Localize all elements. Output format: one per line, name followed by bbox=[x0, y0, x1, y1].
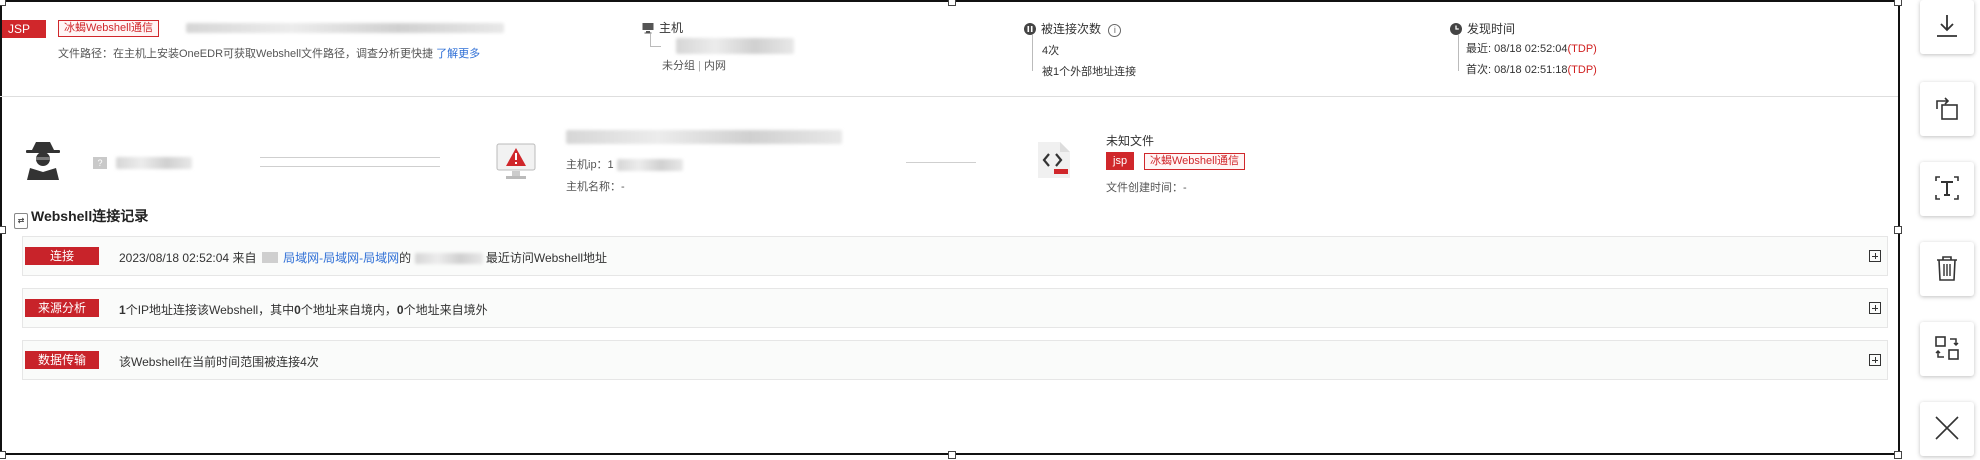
text-icon bbox=[1932, 173, 1962, 206]
info-icon[interactable]: i bbox=[1108, 24, 1122, 37]
host-extra: 内网 bbox=[703, 60, 726, 72]
record-connection: 连接 2023/08/18 02:52:04 来自 局域网-局域网-局域网的 最… bbox=[22, 236, 1888, 276]
record-suffix: 最近访问Webshell地址 bbox=[485, 251, 607, 265]
host-name: 主机名称：- bbox=[566, 181, 625, 193]
threat-tag: 冰蝎Webshell通信 bbox=[58, 20, 160, 37]
clock-icon bbox=[1450, 23, 1462, 35]
first-time: 首次: 08/18 02:51:18(TDP) bbox=[1466, 61, 1597, 77]
file-title: 未知文件 bbox=[1106, 134, 1155, 148]
record-text: 2023/08/18 02:52:04 来自 局域网-局域网-局域网的 最近访问… bbox=[119, 249, 607, 266]
host-label: 主机 bbox=[659, 21, 684, 35]
file-path-note: 文件路径：在主机上安装OneEDR可获取Webshell文件路径，调查分析更快捷… bbox=[58, 45, 480, 61]
code-file-icon bbox=[1036, 140, 1072, 183]
text-part-2: 个地址来自境内， bbox=[300, 303, 397, 317]
record-badge: 来源分析 bbox=[25, 299, 99, 317]
connections-label: 被连接次数 bbox=[1041, 22, 1102, 36]
swap-icon bbox=[1932, 333, 1962, 366]
latest-source: (TDP) bbox=[1567, 43, 1597, 55]
attacker-icon bbox=[22, 140, 64, 183]
host-column: 主机 bbox=[642, 19, 683, 36]
trash-icon bbox=[1933, 253, 1961, 286]
resize-handle-bottom-left[interactable] bbox=[0, 451, 6, 459]
resize-handle-bottom-right[interactable] bbox=[1894, 451, 1902, 459]
download-button[interactable] bbox=[1920, 0, 1974, 54]
records-title: Webshell连接记录 bbox=[31, 208, 149, 224]
host-group-line: 未分组 | 内网 bbox=[662, 57, 726, 73]
swap-button[interactable] bbox=[1920, 322, 1974, 376]
connection-line-lower bbox=[260, 166, 440, 167]
host-tree-line bbox=[650, 34, 661, 47]
redacted-host-title bbox=[566, 130, 842, 144]
file-threat-tag: 冰蝎Webshell通信 bbox=[1144, 153, 1246, 170]
expand-button[interactable] bbox=[1869, 302, 1881, 314]
records-header: ⇄ Webshell连接记录 bbox=[14, 206, 148, 229]
alert-summary: JSP 冰蝎Webshell通信 文件路径：在主机上安装OneEDR可获取Web… bbox=[0, 0, 1898, 97]
record-badge: 连接 bbox=[25, 247, 99, 265]
redacted-host-ip bbox=[616, 159, 683, 172]
resize-handle-middle-left[interactable] bbox=[0, 226, 6, 234]
learn-more-link[interactable]: 了解更多 bbox=[436, 48, 480, 60]
redacted-source-ip bbox=[414, 253, 483, 265]
right-toolbar bbox=[1918, 0, 1980, 460]
delete-button[interactable] bbox=[1920, 242, 1974, 296]
record-data-transfer: 数据传输 该Webshell在当前时间范围被连接4次 bbox=[22, 340, 1888, 380]
source-tag bbox=[261, 252, 278, 263]
domestic-count: 0 bbox=[294, 303, 301, 317]
monitor-icon bbox=[642, 22, 654, 34]
download-icon bbox=[1933, 12, 1961, 43]
latest-time: 最近: 08/18 02:52:04(TDP) bbox=[1466, 40, 1597, 56]
close-button[interactable] bbox=[1920, 402, 1974, 456]
source-location-link[interactable]: 局域网-局域网-局域网 bbox=[283, 251, 399, 265]
host-ip: 主机ip：1 bbox=[566, 156, 683, 172]
expand-button[interactable] bbox=[1869, 354, 1881, 366]
record-source-analysis: 来源分析 1个IP地址连接该Webshell，其中0个地址来自境内，0个地址来自… bbox=[22, 288, 1888, 328]
text-part-1: 个IP地址连接该Webshell，其中 bbox=[125, 303, 295, 317]
host-ip-label: 主机ip：1 bbox=[566, 159, 614, 171]
ip-count: 1 bbox=[119, 303, 126, 317]
text-button[interactable] bbox=[1920, 162, 1974, 216]
first-label: 首次: 08/18 02:51:18 bbox=[1466, 64, 1568, 76]
attacker-tag: ? bbox=[93, 157, 107, 169]
connection-count-icon bbox=[1024, 23, 1036, 35]
connections-count: 4次 bbox=[1042, 45, 1060, 57]
file-created-time: 文件创建时间：- bbox=[1106, 182, 1187, 194]
host-group: 未分组 bbox=[662, 60, 695, 72]
type-badge: JSP bbox=[2, 20, 46, 38]
record-text: 1个IP地址连接该Webshell，其中0个地址来自境内，0个地址来自境外 bbox=[119, 301, 488, 318]
redacted-title bbox=[186, 23, 504, 33]
text-part-3: 个地址来自境外 bbox=[403, 303, 488, 317]
records-icon: ⇄ bbox=[14, 213, 28, 229]
file-type-badge: jsp bbox=[1106, 152, 1135, 170]
rotate-button[interactable] bbox=[1920, 82, 1974, 136]
resize-handle-middle-right[interactable] bbox=[1894, 226, 1902, 234]
connection-line-upper bbox=[260, 157, 440, 158]
file-path-text: 文件路径：在主机上安装OneEDR可获取Webshell文件路径，调查分析更快捷 bbox=[58, 48, 434, 60]
resize-handle-bottom-middle[interactable] bbox=[948, 451, 956, 459]
connections-tree-line bbox=[1032, 35, 1041, 71]
redacted-attacker-ip bbox=[116, 157, 192, 169]
record-text: 该Webshell在当前时间范围被连接4次 bbox=[119, 355, 319, 369]
record-badge: 数据传输 bbox=[25, 351, 99, 369]
redacted-host bbox=[676, 38, 794, 54]
attack-flow: ? 主机ip：1 主机名称：- 未知文件 jsp 冰蝎Webshell通信 文件… bbox=[0, 104, 1898, 204]
host-separator: | bbox=[698, 60, 701, 72]
connection-line-file bbox=[906, 162, 976, 163]
latest-label: 最近: 08/18 02:52:04 bbox=[1466, 43, 1568, 55]
first-source: (TDP) bbox=[1567, 64, 1597, 76]
close-icon bbox=[1932, 413, 1962, 446]
discovery-label: 发现时间 bbox=[1467, 22, 1516, 36]
host-alert-icon bbox=[494, 142, 538, 185]
foreign-count: 0 bbox=[396, 303, 404, 317]
connections-detail: 被1个外部地址连接 bbox=[1042, 66, 1137, 78]
rotate-icon bbox=[1932, 93, 1962, 126]
expand-button[interactable] bbox=[1869, 250, 1881, 262]
record-mid: 的 bbox=[399, 251, 412, 265]
record-time-source: 2023/08/18 02:52:04 来自 bbox=[119, 251, 257, 265]
